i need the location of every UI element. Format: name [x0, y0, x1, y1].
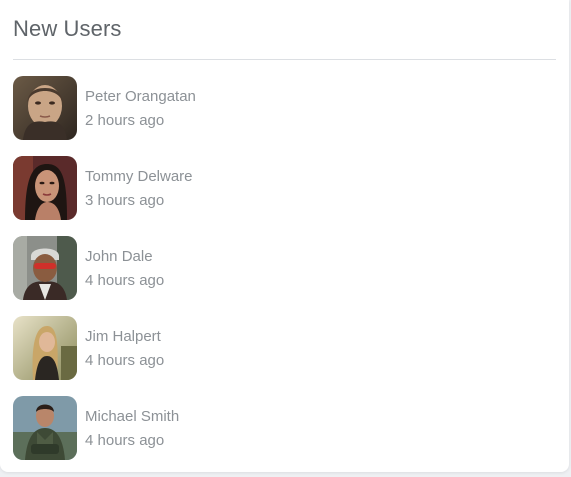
title-divider	[13, 59, 556, 60]
user-name: Jim Halpert	[85, 328, 161, 345]
new-users-card: New Users Peter Orangatan 2 hours ago To…	[0, 0, 569, 472]
avatar[interactable]	[13, 156, 77, 220]
user-joined-time: 4 hours ago	[85, 352, 165, 369]
user-photo-icon	[13, 396, 77, 460]
user-joined-time: 2 hours ago	[85, 112, 165, 129]
user-name: Tommy Delware	[85, 168, 193, 185]
avatar[interactable]	[13, 76, 77, 140]
user-photo-icon	[13, 236, 77, 300]
avatar[interactable]	[13, 236, 77, 300]
user-joined-time: 4 hours ago	[85, 432, 165, 449]
avatar[interactable]	[13, 396, 77, 460]
user-name: Michael Smith	[85, 408, 180, 425]
user-photo-icon	[13, 316, 77, 380]
card-title: New Users	[13, 16, 122, 41]
avatar[interactable]	[13, 316, 77, 380]
user-name: Peter Orangatan	[85, 88, 196, 105]
user-photo-icon	[13, 156, 77, 220]
user-photo-icon	[13, 76, 77, 140]
user-joined-time: 4 hours ago	[85, 272, 165, 289]
user-name: John Dale	[85, 248, 153, 265]
user-joined-time: 3 hours ago	[85, 192, 165, 209]
